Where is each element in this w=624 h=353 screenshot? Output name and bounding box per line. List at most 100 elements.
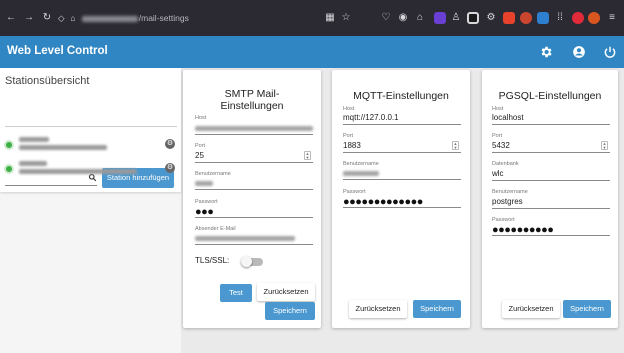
- pgsql-settings-card: PGSQL-Einstellungen Host localhost Port …: [482, 70, 618, 328]
- pgsql-user-value: postgres: [492, 197, 523, 206]
- app-header: Web Level Control: [0, 36, 624, 68]
- station-name-redacted: [19, 137, 49, 142]
- pgsql-host-value: localhost: [492, 113, 524, 122]
- station-detail-redacted: [19, 145, 107, 150]
- power-icon: [604, 46, 616, 58]
- search-input[interactable]: [5, 185, 97, 186]
- extension-icon[interactable]: ◉: [396, 11, 410, 25]
- lock-icon: ⌂: [70, 13, 76, 23]
- smtp-user-label: Benutzername: [195, 171, 231, 177]
- back-arrow-icon[interactable]: ←: [4, 11, 18, 25]
- pgsql-save-button[interactable]: Speichern: [563, 300, 611, 318]
- sidebar: Stationsübersicht Station hinzufügen ⚙ ⚙: [0, 68, 181, 353]
- shield-icon: ◇: [58, 13, 65, 23]
- station-settings-icon[interactable]: ⚙: [165, 139, 175, 149]
- account-button[interactable]: [563, 36, 595, 68]
- smtp-user-input[interactable]: [195, 189, 313, 190]
- pgsql-port-value: 5432: [492, 141, 510, 150]
- url-host-redacted: [81, 15, 138, 22]
- mqtt-port-label: Port: [343, 133, 354, 139]
- pgsql-db-input[interactable]: [492, 180, 610, 181]
- pgsql-user-input[interactable]: [492, 208, 610, 209]
- smtp-reset-button[interactable]: Zurücksetzen: [257, 283, 315, 301]
- smtp-sender-label: Absender E-Mail: [195, 226, 236, 232]
- station-list-item[interactable]: ⚙: [4, 160, 180, 180]
- extension-grid-icon[interactable]: ⁞⁞: [553, 11, 567, 25]
- pgsql-host-input[interactable]: [492, 124, 610, 125]
- smtp-user-value-redacted: [195, 181, 213, 186]
- bookmark-star-icon[interactable]: ☆: [339, 11, 353, 25]
- extension-purple-icon[interactable]: [434, 12, 446, 24]
- qr-code-icon[interactable]: ▦: [323, 11, 337, 25]
- extension-gear-icon[interactable]: ⚙: [484, 11, 498, 25]
- extension-orange-icon[interactable]: [520, 12, 532, 24]
- mqtt-port-stepper[interactable]: ▲ ▼: [452, 141, 459, 150]
- smtp-sender-input[interactable]: [195, 244, 313, 245]
- reload-icon[interactable]: ↻: [40, 11, 54, 25]
- pocket-icon[interactable]: ♡: [379, 11, 393, 25]
- pgsql-password-input[interactable]: [492, 235, 610, 236]
- extension-red-icon[interactable]: [503, 12, 515, 24]
- mqtt-password-label: Passwort: [343, 189, 366, 195]
- logout-button[interactable]: [594, 36, 624, 68]
- settings-button[interactable]: [530, 36, 562, 68]
- smtp-password-label: Passwort: [195, 199, 218, 205]
- smtp-host-label: Host: [195, 115, 207, 121]
- mqtt-host-value: mqtt://127.0.0.1: [343, 113, 399, 122]
- mqtt-host-label: Host: [343, 106, 355, 112]
- tls-label: TLS/SSL:: [195, 256, 230, 265]
- mqtt-user-input[interactable]: [343, 179, 461, 180]
- smtp-settings-card: SMTP Mail- Einstellungen Host Port 25 ▲ ▼…: [183, 70, 321, 328]
- extension-fox-icon[interactable]: [588, 12, 600, 24]
- pgsql-port-input[interactable]: [492, 152, 610, 153]
- extension-ghost-icon[interactable]: ♙: [449, 11, 463, 25]
- tls-toggle-knob[interactable]: [241, 256, 252, 267]
- smtp-card-title: SMTP Mail- Einstellungen: [220, 88, 284, 112]
- sidebar-title: Stationsübersicht: [5, 75, 90, 87]
- station-settings-icon[interactable]: ⚙: [165, 163, 175, 173]
- url-bar[interactable]: ◇ ⌂ /mail-settings: [58, 8, 358, 28]
- home-icon[interactable]: ⌂: [413, 11, 427, 25]
- smtp-host-value-redacted: [195, 126, 313, 131]
- smtp-sender-value-redacted: [195, 236, 295, 241]
- pgsql-password-label: Passwort: [492, 217, 515, 223]
- browser-toolbar: ← → ↻ ◇ ⌂ /mail-settings ▦ ☆ ♡ ◉ ⌂ ♙ ⚙ ⁞…: [0, 0, 624, 36]
- pgsql-port-stepper[interactable]: ▲ ▼: [601, 141, 608, 150]
- forward-arrow-icon[interactable]: →: [22, 11, 36, 25]
- status-online-icon: [4, 140, 14, 150]
- mqtt-card-title: MQTT-Einstellungen: [353, 90, 449, 102]
- pgsql-db-label: Datenbank: [492, 161, 519, 167]
- smtp-host-input[interactable]: [195, 134, 313, 135]
- mqtt-port-input[interactable]: [343, 152, 461, 153]
- smtp-port-label: Port: [195, 143, 206, 149]
- mqtt-user-value-redacted: [343, 171, 379, 176]
- mqtt-save-button[interactable]: Speichern: [413, 300, 461, 318]
- pgsql-user-label: Benutzername: [492, 189, 528, 195]
- pgsql-password-value: ●●●●●●●●●●: [492, 224, 554, 236]
- station-list-item[interactable]: ⚙: [4, 136, 180, 156]
- mqtt-host-input[interactable]: [343, 124, 461, 125]
- test-button[interactable]: Test: [220, 284, 252, 302]
- gear-icon: [541, 46, 552, 58]
- extension-circle-icon[interactable]: [572, 12, 584, 24]
- smtp-port-stepper[interactable]: ▲ ▼: [304, 151, 311, 160]
- station-name-redacted: [19, 161, 47, 166]
- smtp-password-input[interactable]: [195, 217, 313, 218]
- smtp-port-input[interactable]: [195, 162, 313, 163]
- smtp-port-value: 25: [195, 151, 204, 160]
- mqtt-reset-button[interactable]: Zurücksetzen: [349, 300, 407, 318]
- smtp-password-value: ●●●: [195, 206, 214, 218]
- mqtt-settings-card: MQTT-Einstellungen Host mqtt://127.0.0.1…: [332, 70, 470, 328]
- pgsql-reset-button[interactable]: Zurücksetzen: [502, 300, 560, 318]
- mqtt-password-input[interactable]: [343, 207, 461, 208]
- pgsql-host-label: Host: [492, 106, 504, 112]
- pgsql-db-value: wlc: [492, 169, 504, 178]
- status-online-icon: [4, 164, 14, 174]
- extension-grid-blue-icon[interactable]: [537, 12, 549, 24]
- extension-square-icon[interactable]: [467, 12, 479, 24]
- pgsql-port-label: Port: [492, 133, 503, 139]
- menu-icon[interactable]: ≡: [605, 11, 619, 25]
- smtp-save-button[interactable]: Speichern: [265, 302, 315, 320]
- mqtt-password-value: ●●●●●●●●●●●●●: [343, 196, 423, 208]
- url-path: /mail-settings: [138, 13, 189, 23]
